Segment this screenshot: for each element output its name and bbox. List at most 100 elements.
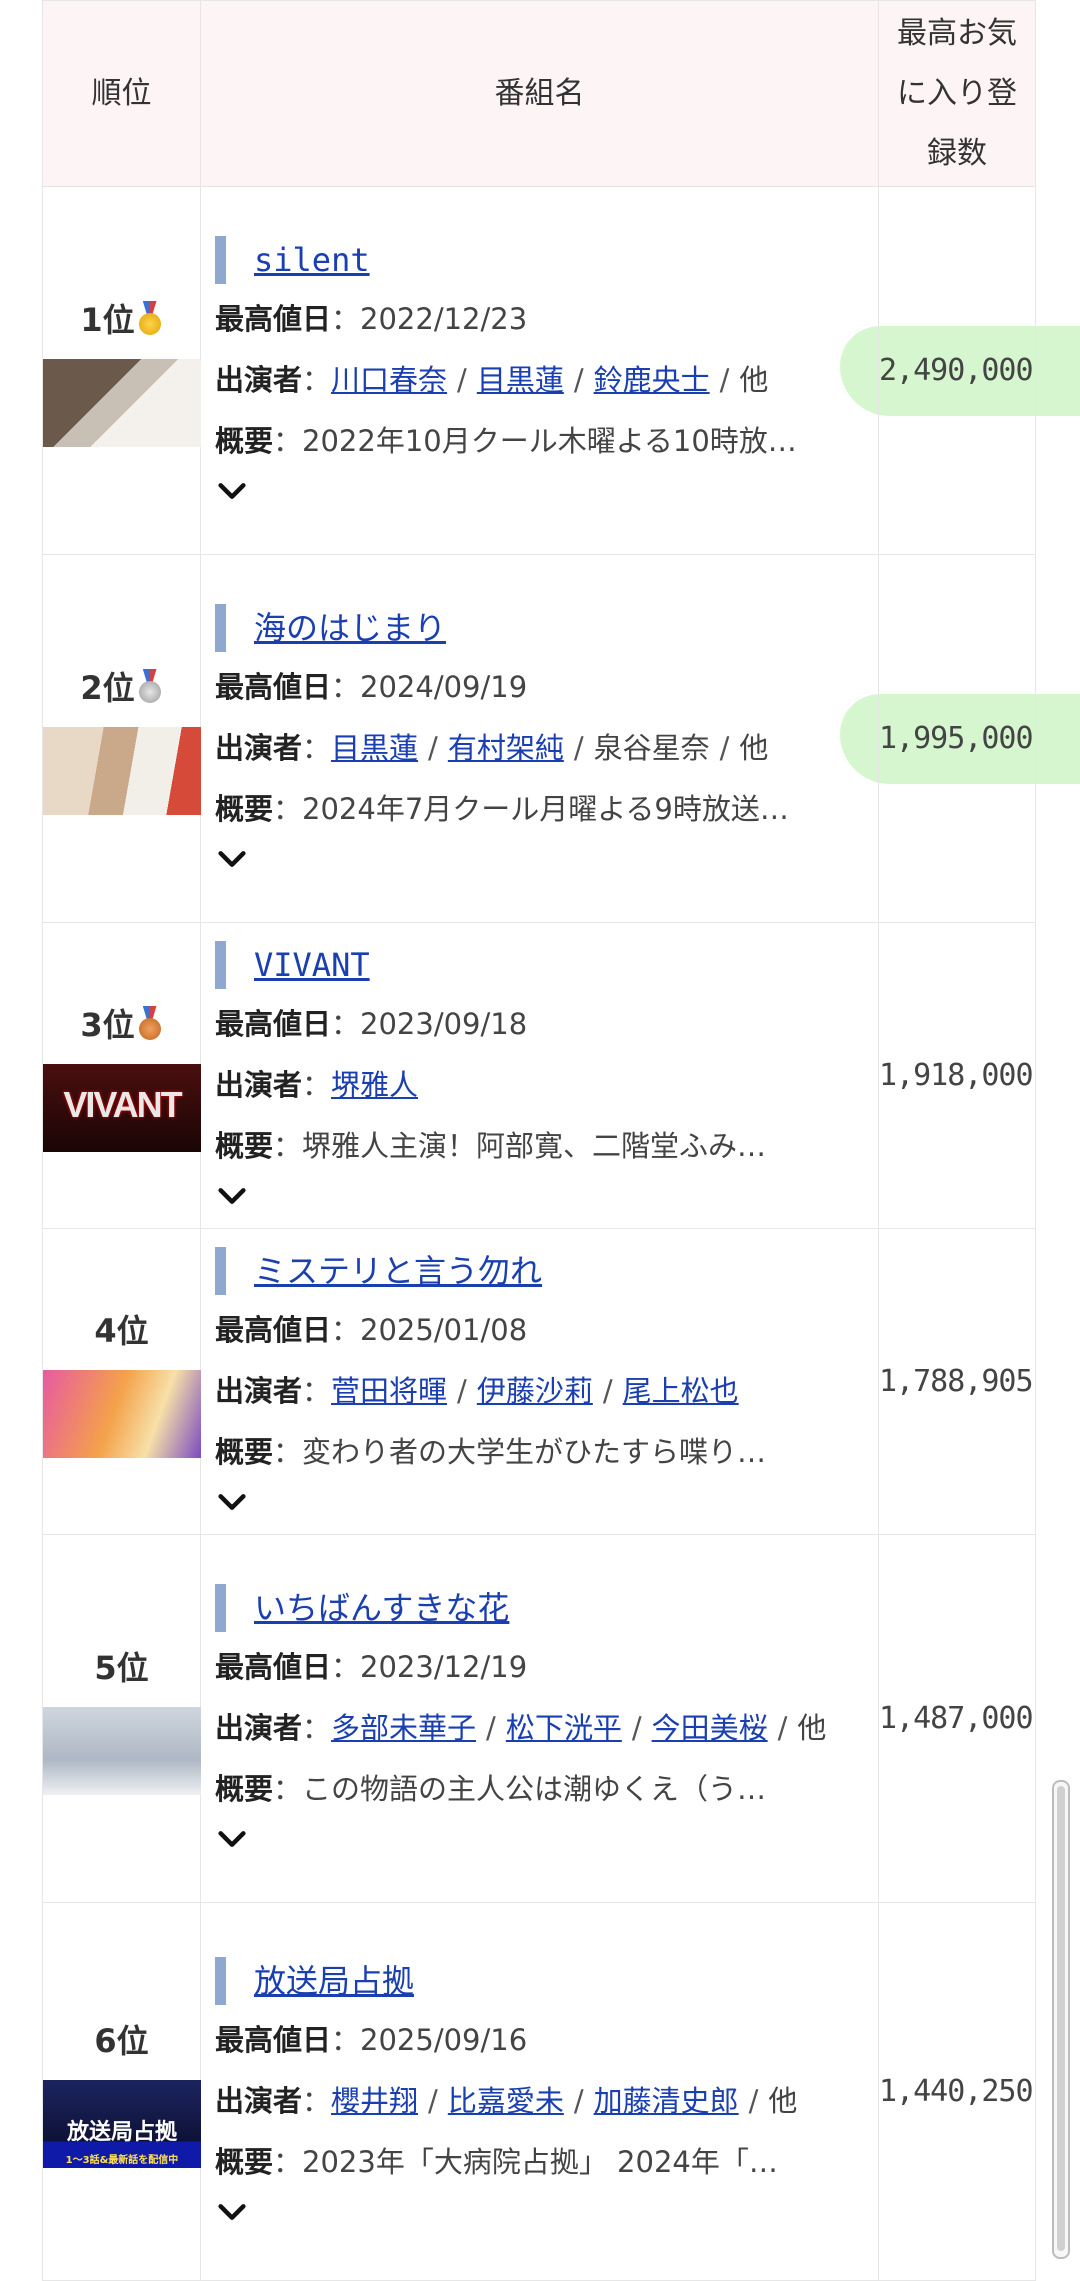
chevron-down-icon[interactable] bbox=[215, 1179, 249, 1213]
cast-member-link[interactable]: 堺雅人 bbox=[331, 1068, 418, 1102]
cast-member-link[interactable]: 加藤清史郎 bbox=[594, 2084, 739, 2118]
rank-cell: 5位 bbox=[42, 1534, 201, 1903]
peak-date-line: 最高値日：2025/01/08 bbox=[215, 1313, 528, 1347]
summary-text: 変わり者の大学生がひたすら喋り… bbox=[302, 1435, 767, 1469]
cast-separator: / bbox=[573, 2084, 584, 2118]
rank-label: 2位 bbox=[43, 663, 200, 709]
cast-separator: / bbox=[631, 1711, 642, 1745]
cast-member-link[interactable]: 多部未華子 bbox=[331, 1711, 476, 1745]
favorite-count: 1,788,905 bbox=[879, 1364, 1034, 1399]
table-row: 5位 いちばんすきな花 最高値日：2023/12/19 出演者：多部未華子 / 松下… bbox=[42, 1534, 1036, 1903]
favorite-count: 1,440,250 bbox=[879, 2074, 1034, 2109]
summary-label: 概要 bbox=[215, 1772, 274, 1806]
peak-date-line: 最高値日：2022/12/23 bbox=[215, 302, 528, 336]
program-thumbnail[interactable]: VIVANT bbox=[43, 1063, 201, 1152]
cast-member-link[interactable]: 比嘉愛未 bbox=[448, 2084, 564, 2118]
program-thumbnail[interactable] bbox=[43, 726, 201, 815]
program-thumbnail[interactable] bbox=[43, 1706, 201, 1795]
peak-date-label: 最高値日 bbox=[215, 670, 332, 704]
summary-line: 概要：2023年「大病院占拠」 2024年「… bbox=[215, 2145, 778, 2179]
peak-date-line: 最高値日：2025/09/16 bbox=[215, 2023, 528, 2057]
program-title-link[interactable]: silent bbox=[254, 230, 370, 291]
program-title-link[interactable]: 放送局占拠 bbox=[254, 1951, 414, 2012]
cast-others: 他 bbox=[768, 2084, 798, 2118]
program-title-link[interactable]: 海のはじまり bbox=[254, 598, 446, 659]
cast-label: 出演者 bbox=[215, 1374, 303, 1408]
summary-label: 概要 bbox=[215, 1129, 274, 1163]
summary-text: 2023年「大病院占拠」 2024年「… bbox=[302, 2145, 778, 2179]
table-body: 1位 silent 最高値日：2022/12/23 出演者：川口春奈 / 目黒蓮 / 鈴… bbox=[42, 186, 1036, 2281]
bronze-medal-icon bbox=[137, 1005, 163, 1040]
program-thumbnail[interactable] bbox=[43, 358, 201, 447]
cast-member-link[interactable]: 有村架純 bbox=[448, 731, 564, 765]
cast-member-link[interactable]: 今田美桜 bbox=[652, 1711, 768, 1745]
peak-date-label: 最高値日 bbox=[215, 1650, 332, 1684]
summary-text: 2024年7月クール月曜よる9時放送… bbox=[302, 792, 789, 826]
title-accent-bar bbox=[215, 941, 226, 989]
cast-separator: / bbox=[457, 1374, 467, 1408]
ranking-table: 順位 番組名 最高お気に入り登録数 1位 silent 最高値日：2022/12… bbox=[42, 0, 1036, 2281]
summary-label: 概要 bbox=[215, 792, 274, 826]
summary-text: この物語の主人公は潮ゆくえ（う… bbox=[302, 1772, 767, 1806]
cast-label: 出演者 bbox=[215, 731, 303, 765]
cast-separator: / bbox=[748, 2084, 759, 2118]
chevron-down-icon[interactable] bbox=[215, 1822, 249, 1856]
cast-member-link[interactable]: 伊藤沙莉 bbox=[477, 1374, 593, 1408]
program-title-link[interactable]: ミステリと言う勿れ bbox=[254, 1241, 542, 1302]
cast-label: 出演者 bbox=[215, 363, 303, 397]
cast-member-link[interactable]: 松下洸平 bbox=[506, 1711, 622, 1745]
header-rank: 順位 bbox=[42, 0, 201, 187]
program-thumbnail[interactable]: 放送局占拠 1〜3話&最新話を配信中 bbox=[43, 2079, 201, 2168]
cast-separator: / bbox=[602, 1374, 613, 1408]
cast-separator: / bbox=[573, 731, 584, 765]
program-title-line: ミステリと言う勿れ bbox=[215, 1246, 864, 1296]
cast-member-link[interactable]: 菅田将暉 bbox=[331, 1374, 447, 1408]
favorite-count-cell: 1,440,250 bbox=[878, 1902, 1036, 2281]
favorite-count-cell: 1,918,000 bbox=[878, 922, 1036, 1229]
program-info-cell: VIVANT 最高値日：2023/09/18 出演者：堺雅人 概要：堺雅人主演！… bbox=[200, 922, 879, 1229]
program-title-link[interactable]: いちばんすきな花 bbox=[254, 1578, 509, 1639]
cast-member-link[interactable]: 目黒蓮 bbox=[331, 731, 418, 765]
favorite-count: 2,490,000 bbox=[879, 353, 1034, 388]
program-thumbnail[interactable] bbox=[43, 1369, 201, 1458]
cast-line: 出演者：目黒蓮 / 有村架純 / 泉谷星奈 / 他 bbox=[215, 731, 769, 765]
cast-separator: / bbox=[573, 363, 584, 397]
program-info-cell: 海のはじまり 最高値日：2024/09/19 出演者：目黒蓮 / 有村架純 / 泉谷星奈… bbox=[200, 554, 879, 923]
cast-member-link[interactable]: 目黒蓮 bbox=[477, 363, 564, 397]
program-title-link[interactable]: VIVANT bbox=[254, 935, 370, 996]
rank-cell: 6位 放送局占拠 1〜3話&最新話を配信中 bbox=[42, 1902, 201, 2281]
program-title-line: 放送局占拠 bbox=[215, 1956, 864, 2006]
summary-text: 2022年10月クール木曜よる10時放… bbox=[302, 424, 797, 458]
chevron-down-icon[interactable] bbox=[215, 474, 249, 508]
cast-others: 他 bbox=[739, 731, 769, 765]
chevron-down-icon[interactable] bbox=[215, 1485, 249, 1519]
cast-line: 出演者：櫻井翔 / 比嘉愛未 / 加藤清史郎 / 他 bbox=[215, 2084, 798, 2118]
cast-member-link[interactable]: 鈴鹿央士 bbox=[594, 363, 710, 397]
table-header-row: 順位 番組名 最高お気に入り登録数 bbox=[42, 0, 1036, 187]
program-info-cell: silent 最高値日：2022/12/23 出演者：川口春奈 / 目黒蓮 / 鈴鹿央士… bbox=[200, 186, 879, 555]
favorite-count: 1,918,000 bbox=[879, 1058, 1034, 1093]
chevron-down-icon[interactable] bbox=[215, 2195, 249, 2229]
summary-line: 概要：2022年10月クール木曜よる10時放… bbox=[215, 424, 797, 458]
chevron-down-icon[interactable] bbox=[215, 842, 249, 876]
favorite-count: 1,995,000 bbox=[879, 721, 1034, 756]
program-info-cell: いちばんすきな花 最高値日：2023/12/19 出演者：多部未華子 / 松下洸平 /… bbox=[200, 1534, 879, 1903]
rank-cell: 3位 VIVANT bbox=[42, 922, 201, 1229]
cast-others: 他 bbox=[797, 1711, 827, 1745]
table-row: 6位 放送局占拠 1〜3話&最新話を配信中 放送局占拠 最高値日：2025/09/… bbox=[42, 1902, 1036, 2281]
cast-member-link[interactable]: 川口春奈 bbox=[331, 363, 447, 397]
peak-date-label: 最高値日 bbox=[215, 302, 332, 336]
cast-separator: / bbox=[486, 1711, 496, 1745]
summary-label: 概要 bbox=[215, 2145, 274, 2179]
scrollbar-thumb[interactable] bbox=[1057, 1786, 1065, 2251]
cast-member-link[interactable]: 櫻井翔 bbox=[331, 2084, 418, 2118]
cast-separator: / bbox=[777, 1711, 788, 1745]
title-accent-bar bbox=[215, 1247, 226, 1295]
favorite-count-cell: 1,995,000 bbox=[878, 554, 1036, 923]
cast-separator: / bbox=[457, 363, 467, 397]
rank-label: 3位 bbox=[43, 1000, 200, 1046]
program-title-line: silent bbox=[215, 235, 864, 285]
page-scrollbar[interactable] bbox=[1052, 1780, 1070, 2259]
cast-member-link[interactable]: 尾上松也 bbox=[623, 1374, 739, 1408]
table-row: 2位 海のはじまり 最高値日：2024/09/19 出演者：目黒蓮 / 有村架純 / 泉… bbox=[42, 554, 1036, 923]
